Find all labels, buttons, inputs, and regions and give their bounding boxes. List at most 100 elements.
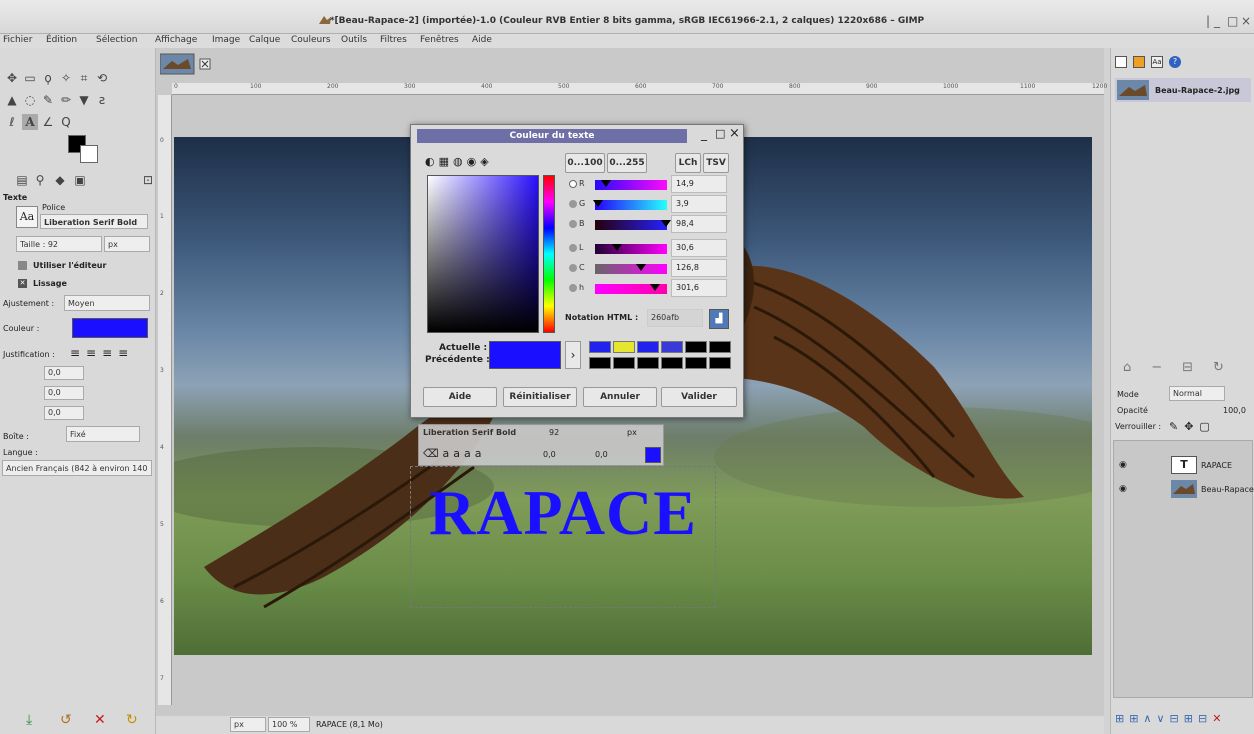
save-options-icon[interactable]: ⤓ xyxy=(26,712,32,728)
crop-icon[interactable]: ⌗ xyxy=(76,70,92,86)
transform-icon[interactable]: ⟲ xyxy=(94,70,110,86)
line-spacing-field[interactable]: 0,0 xyxy=(44,386,84,400)
size-field[interactable]: Taille : 92 xyxy=(16,236,102,252)
history-swatch[interactable] xyxy=(637,357,659,369)
hue-strip[interactable] xyxy=(543,175,555,333)
style-size[interactable]: 92 xyxy=(549,428,609,437)
hinting-select[interactable]: Moyen xyxy=(64,295,150,311)
text-tool-icon[interactable]: A xyxy=(22,114,38,130)
channel-radio[interactable] xyxy=(569,264,577,272)
tool-options-tab-icon[interactable]: ▤ xyxy=(14,172,30,188)
slider-marker[interactable] xyxy=(635,264,646,271)
history-swatch[interactable] xyxy=(589,357,611,369)
indent-field[interactable]: 0,0 xyxy=(44,366,84,380)
channel-slider[interactable] xyxy=(592,200,667,210)
opacity-value[interactable]: 100,0 xyxy=(1223,406,1246,415)
history-swatch[interactable] xyxy=(613,341,635,353)
delete-options-icon[interactable]: ✕ xyxy=(94,712,106,728)
zoom-icon[interactable]: Q xyxy=(58,114,74,130)
background-color-swatch[interactable] xyxy=(80,145,98,163)
lasso-icon[interactable]: ϙ xyxy=(40,70,56,86)
justify-buttons[interactable]: ≡≡≡≡ xyxy=(70,346,150,360)
range-255-button[interactable]: 0...255 xyxy=(607,153,647,173)
style-color-button[interactable] xyxy=(645,447,661,463)
layer-actions[interactable]: ⊞⊞∧∨⊟⊞⊟✕ xyxy=(1115,712,1251,725)
language-field[interactable]: Ancien Français (842 à environ 140 xyxy=(2,460,152,476)
font-icon[interactable]: Aa xyxy=(16,206,38,228)
images-tab-icon[interactable] xyxy=(1115,56,1127,68)
channel-value[interactable]: 3,9 xyxy=(671,195,727,213)
brushes-tab-icon[interactable]: ⚲ xyxy=(32,172,48,188)
images-tab-icon[interactable]: ▣ xyxy=(72,172,88,188)
history-swatch[interactable] xyxy=(685,357,707,369)
menu-fichier[interactable]: Fichier xyxy=(3,35,32,45)
channel-slider[interactable] xyxy=(595,220,671,230)
unit-select[interactable]: px xyxy=(230,717,266,732)
layer-row[interactable]: ◉ T RAPACE xyxy=(1113,454,1253,476)
slider-marker[interactable] xyxy=(592,200,603,207)
fuzzy-select-icon[interactable]: ✧ xyxy=(58,70,74,86)
layer-row[interactable]: ◉ Beau-Rapace-2 xyxy=(1113,478,1254,500)
history-swatch[interactable] xyxy=(661,357,683,369)
history-swatch[interactable] xyxy=(613,357,635,369)
letter-spacing-field[interactable]: 0,0 xyxy=(44,406,84,420)
size-unit-select[interactable]: px xyxy=(104,236,150,252)
device-status-tab-icon[interactable]: ◆ xyxy=(52,172,68,188)
box-select[interactable]: Fixé xyxy=(66,426,140,442)
slider-marker[interactable] xyxy=(660,220,671,227)
move-tool-icon[interactable]: ✥ xyxy=(4,70,20,86)
channel-radio[interactable] xyxy=(569,180,577,188)
slider-marker[interactable] xyxy=(600,180,611,187)
channel-value[interactable]: 98,4 xyxy=(671,215,727,233)
channel-value[interactable]: 30,6 xyxy=(671,239,727,257)
style-baseline[interactable]: 0,0 xyxy=(543,450,556,459)
restore-options-icon[interactable]: ↺ xyxy=(60,712,72,728)
style-font[interactable]: Liberation Serif Bold xyxy=(423,428,541,437)
style-buttons[interactable]: ⌫aaaa xyxy=(423,447,507,463)
history-swatch[interactable] xyxy=(685,341,707,353)
menu-affichage[interactable]: Affichage xyxy=(155,35,197,45)
fonts-tab-icon[interactable]: Aa xyxy=(1151,56,1163,68)
color-picker-icon[interactable]: ∠ xyxy=(40,114,56,130)
rect-select-icon[interactable]: ▭ xyxy=(22,70,38,86)
zoom-select[interactable]: 100 % xyxy=(268,717,310,732)
clone-icon[interactable]: ▼ xyxy=(76,92,92,108)
menu-selection[interactable]: Sélection xyxy=(96,35,137,45)
lock-icons[interactable]: ✎✥▢ xyxy=(1169,420,1216,433)
bucket-icon[interactable]: ▲ xyxy=(4,92,20,108)
menu-outils[interactable]: Outils xyxy=(341,35,367,45)
channel-slider[interactable] xyxy=(595,284,667,294)
slider-marker[interactable] xyxy=(650,284,661,291)
dialog-maximize-button[interactable]: □ xyxy=(715,127,725,140)
range-100-button[interactable]: 0...100 xyxy=(565,153,605,173)
layers-tabs[interactable] xyxy=(1115,366,1165,380)
channel-slider[interactable] xyxy=(595,180,667,190)
help-tab-icon[interactable]: ? xyxy=(1169,56,1181,68)
panel-menu-icon[interactable]: ⊡ xyxy=(140,172,156,188)
menu-aide[interactable]: Aide xyxy=(472,35,492,45)
channel-radio[interactable] xyxy=(569,284,577,292)
html-field[interactable]: 260afb xyxy=(647,309,703,327)
path-icon[interactable]: ℓ xyxy=(4,114,20,130)
menu-filtres[interactable]: Filtres xyxy=(380,35,407,45)
maximize-button[interactable]: □ xyxy=(1227,14,1238,28)
history-swatch[interactable] xyxy=(709,341,731,353)
history-swatch[interactable] xyxy=(589,341,611,353)
eyedropper-button[interactable]: ▟ xyxy=(709,309,729,329)
patterns-tab-icon[interactable] xyxy=(1133,56,1145,68)
cancel-button[interactable]: Annuler xyxy=(583,387,657,407)
dialog-close-button[interactable]: × xyxy=(729,126,740,141)
channel-radio[interactable] xyxy=(569,200,577,208)
history-swatch[interactable] xyxy=(637,341,659,353)
history-swatch[interactable] xyxy=(661,341,683,353)
history-swatch[interactable] xyxy=(709,357,731,369)
font-field[interactable]: Liberation Serif Bold xyxy=(40,214,148,229)
text-color-button[interactable] xyxy=(72,318,148,338)
close-button[interactable]: × xyxy=(1241,14,1251,28)
channel-slider[interactable] xyxy=(595,264,667,274)
ok-button[interactable]: Valider xyxy=(661,387,737,407)
warp-icon[interactable]: ◌ xyxy=(22,92,38,108)
reset-button[interactable]: Réinitialiser xyxy=(503,387,577,407)
visibility-eye-icon[interactable]: ◉ xyxy=(1119,484,1127,494)
slider-marker[interactable] xyxy=(612,244,623,251)
